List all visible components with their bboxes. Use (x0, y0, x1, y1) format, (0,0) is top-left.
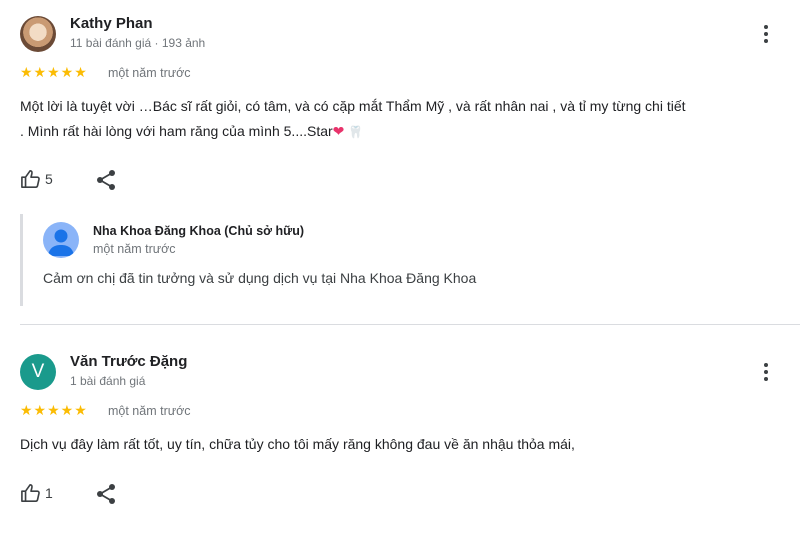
more-vert-icon (764, 363, 768, 381)
reviewer-meta: 11 bài đánh giá · 193 ảnh (70, 36, 206, 50)
thumbs-up-icon (21, 170, 40, 188)
heart-emoji-icon: ❤ (332, 123, 345, 139)
thumbs-up-icon (21, 484, 40, 502)
review-date: một năm trước (108, 66, 191, 80)
share-icon (97, 484, 115, 504)
avatar[interactable]: V (20, 354, 56, 390)
share-button[interactable] (96, 483, 116, 510)
reviewer-meta: 1 bài đánh giá (70, 374, 146, 388)
owner-name: Nha Khoa Đăng Khoa (Chủ sở hữu) (93, 224, 304, 238)
review-text-line-2: . Mình rất hài lòng với ham răng của mìn… (20, 123, 333, 139)
review-text-line: Dịch vụ đây làm rất tốt, uy tín, chữa tủ… (20, 436, 575, 452)
share-icon (97, 170, 115, 190)
owner-reply: Nha Khoa Đăng Khoa (Chủ sở hữu) một năm … (20, 214, 783, 306)
owner-avatar[interactable] (43, 222, 79, 258)
like-count: 5 (45, 171, 53, 187)
review-date: một năm trước (108, 404, 191, 418)
reviewer-name[interactable]: Kathy Phan (70, 15, 153, 32)
more-vert-icon (764, 25, 768, 43)
owner-reply-date: một năm trước (93, 242, 176, 256)
star-rating: ★★★★★ (20, 402, 88, 418)
review-text: Dịch vụ đây làm rất tốt, uy tín, chữa tủ… (20, 432, 790, 457)
tooth-emoji-icon: 🦷 (348, 125, 364, 139)
review-text-line: Một lời là tuyệt vời …Bác sĩ rất giỏi, c… (20, 98, 686, 114)
reviewer-name[interactable]: Văn Trước Đặng (70, 353, 187, 370)
avatar[interactable] (20, 16, 56, 52)
owner-reply-text: Cảm ơn chị đã tin tưởng và sử dụng dịch … (43, 270, 477, 286)
more-options-button[interactable] (756, 22, 776, 46)
review-text-line: . Mình rất hài lòng với ham răng của mìn… (20, 119, 790, 145)
star-rating: ★★★★★ (20, 64, 88, 80)
divider (20, 324, 800, 325)
more-options-button[interactable] (756, 360, 776, 384)
like-button[interactable]: 1 (20, 483, 53, 503)
review-text: Một lời là tuyệt vời …Bác sĩ rất giỏi, c… (20, 94, 790, 145)
like-count: 1 (45, 485, 53, 501)
like-button[interactable]: 5 (20, 169, 53, 189)
share-button[interactable] (96, 169, 116, 196)
person-icon (48, 229, 74, 256)
